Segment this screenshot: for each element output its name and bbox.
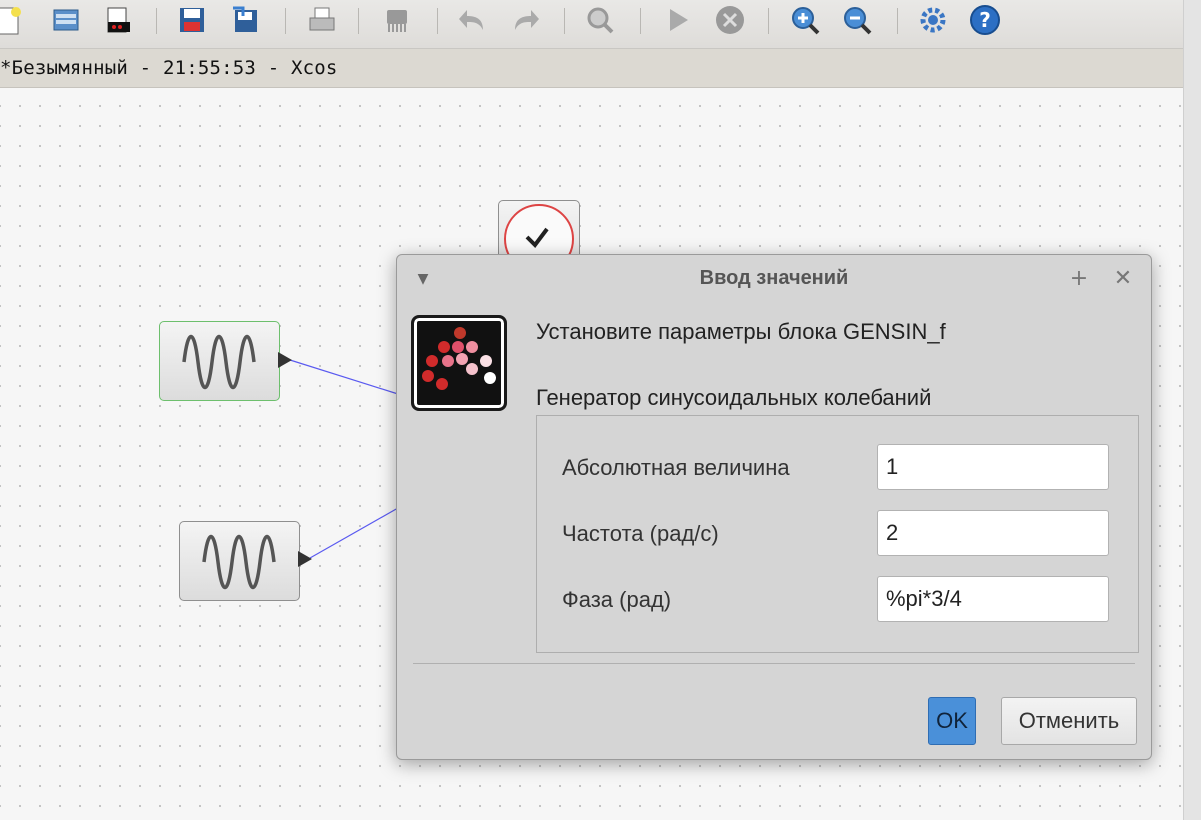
sine-generator-block-2[interactable] [179,521,300,601]
open-icon[interactable] [50,4,82,36]
toolbar-separator [156,8,157,34]
dialog-title: Ввод значений [699,267,849,289]
window-edge [1183,0,1201,820]
sine-wave-icon [182,335,256,389]
dialog-header: ▼ Ввод значений + ✕ [397,255,1151,305]
close-icon[interactable]: ✕ [1111,267,1135,291]
delete-icon[interactable] [381,4,413,36]
divider [413,663,1135,664]
save-icon[interactable] [176,4,208,36]
field-label-frequency: Частота (рад/с) [562,521,719,546]
phase-input[interactable] [877,576,1109,622]
dialog-prompt: Установите параметры блока GENSIN_f [536,319,946,344]
open-file-icon[interactable] [102,4,134,36]
toolbar-separator [564,8,565,34]
field-label-phase: Фаза (рад) [562,587,672,612]
ok-button[interactable]: OK [928,697,976,745]
save-as-icon[interactable] [229,4,261,36]
svg-text:?: ? [979,8,991,32]
toolbar-separator [358,8,359,34]
stop-icon[interactable] [714,4,746,36]
diagram-title-bar: *Безымянный - 21:55:53 - Xcos [0,49,1183,88]
sine-generator-block-1[interactable] [159,321,280,401]
scilab-logo-icon [411,315,507,411]
group-title: Генератор синусоидальных колебаний [536,385,932,410]
parameters-group: Абсолютная величина Частота (рад/с) Фаза… [536,415,1139,653]
toolbar-separator [640,8,641,34]
output-port-icon[interactable] [278,352,292,368]
toolbar-separator [768,8,769,34]
redo-icon[interactable] [509,4,541,36]
link-line-2[interactable] [309,507,399,559]
settings-icon[interactable] [917,4,949,36]
maximize-icon[interactable]: + [1067,267,1091,291]
help-icon[interactable]: ? [969,4,1001,36]
undo-icon[interactable] [457,4,489,36]
frequency-input[interactable] [877,510,1109,556]
window-title: *Безымянный - 21:55:53 - Xcos [0,57,338,79]
print-icon[interactable] [306,4,338,36]
link-line-1[interactable] [289,359,399,395]
zoom-in-icon[interactable] [789,4,821,36]
toolbar-separator [437,8,438,34]
cancel-button[interactable]: Отменить [1001,697,1137,745]
toolbar-separator [897,8,898,34]
clock-icon [504,204,574,274]
toolbar: ? [0,0,1183,49]
field-label-amplitude: Абсолютная величина [562,455,790,480]
output-port-icon[interactable] [298,551,312,567]
fit-zoom-icon[interactable] [584,4,616,36]
new-diagram-icon[interactable] [0,4,24,36]
amplitude-input[interactable] [877,444,1109,490]
zoom-out-icon[interactable] [841,4,873,36]
parameters-dialog: ▼ Ввод значений + ✕ Установите параметры… [396,254,1152,760]
sine-wave-icon [202,535,276,589]
toolbar-separator [285,8,286,34]
start-icon[interactable] [662,4,694,36]
